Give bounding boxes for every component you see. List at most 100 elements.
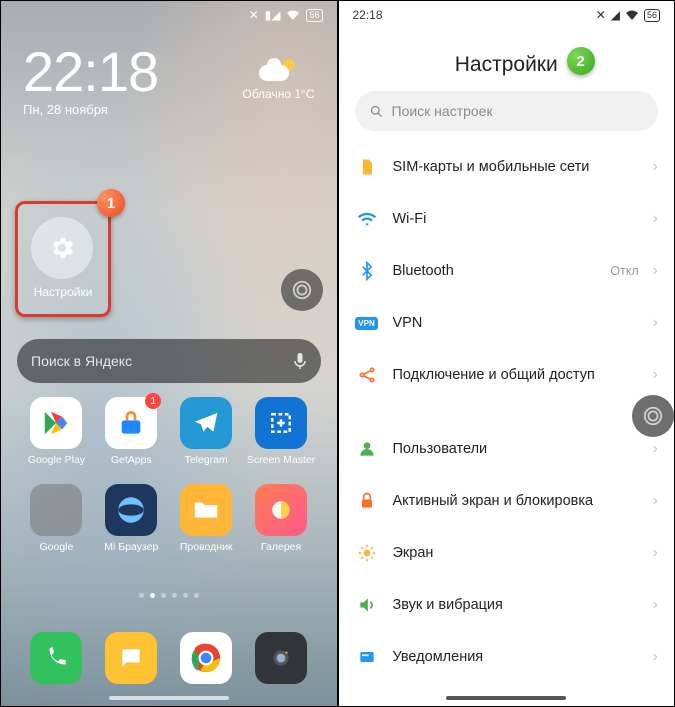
vpn-icon: VPN	[355, 311, 379, 335]
wifi-icon	[286, 10, 300, 21]
home-indicator[interactable]	[446, 696, 566, 700]
row-label: VPN	[393, 314, 639, 332]
chevron-right-icon: ›	[653, 314, 658, 332]
app-files[interactable]: Проводник	[169, 484, 244, 553]
chevron-right-icon: ›	[653, 492, 658, 510]
step-badge-1: 1	[97, 189, 125, 217]
clock-date: Пн, 28 ноября	[23, 102, 315, 117]
app-label: Mi Браузер	[104, 541, 158, 553]
app-label: Google Play	[28, 454, 85, 466]
app-mi-browser[interactable]: Mi Браузер	[94, 484, 169, 553]
app-gallery[interactable]: Галерея	[244, 484, 319, 553]
row-status: Откл	[610, 264, 638, 278]
signal-icon: ▮◢	[265, 8, 281, 22]
app-label: GetApps	[111, 454, 152, 466]
lock-icon	[355, 489, 379, 513]
dnd-icon: ✕	[596, 8, 606, 22]
chevron-right-icon: ›	[653, 210, 658, 228]
wifi-icon	[625, 10, 639, 21]
messages-icon	[105, 632, 157, 684]
page-title: Настройки	[339, 29, 675, 91]
notifications-icon	[355, 645, 379, 669]
app-label: Telegram	[185, 454, 228, 466]
weather-icon	[259, 57, 297, 85]
chevron-right-icon: ›	[653, 366, 658, 384]
app-folder-google[interactable]: Google	[19, 484, 94, 553]
row-label: Звук и вибрация	[393, 596, 639, 614]
weather-widget[interactable]: Облачно 1°C	[242, 57, 314, 101]
row-label: Bluetooth	[393, 262, 597, 280]
row-users[interactable]: Пользователи ›	[339, 423, 675, 475]
search-icon	[369, 104, 384, 119]
telegram-icon	[180, 397, 232, 449]
row-wifi[interactable]: Wi-Fi ›	[339, 193, 675, 245]
app-grid: Google Play 1 GetApps Telegram Screen	[1, 397, 337, 553]
settings-search[interactable]: Поиск настроек	[355, 91, 659, 131]
app-screen-master[interactable]: Screen Master	[244, 397, 319, 466]
gallery-icon	[255, 484, 307, 536]
wifi-icon	[355, 207, 379, 231]
mic-icon[interactable]	[293, 352, 307, 370]
settings-screen: 22:18 ✕ ◢ 56 Настройки 2 Поиск настроек …	[337, 1, 675, 706]
chevron-right-icon: ›	[653, 440, 658, 458]
row-label: Активный экран и блокировка	[393, 492, 639, 510]
sim-icon	[355, 155, 379, 179]
dock-camera[interactable]	[244, 632, 319, 684]
home-screen: ✕ ▮◢ 56 22:18 Пн, 28 ноября Облачно 1°C …	[1, 1, 337, 706]
share-icon	[355, 363, 379, 387]
app-getapps[interactable]: 1 GetApps	[94, 397, 169, 466]
folder-icon	[30, 484, 82, 536]
chevron-right-icon: ›	[653, 544, 658, 562]
dock-phone[interactable]	[19, 632, 94, 684]
row-vpn[interactable]: VPN VPN ›	[339, 297, 675, 349]
settings-app-icon[interactable]	[31, 217, 93, 279]
chrome-icon	[180, 632, 232, 684]
camera-icon	[255, 632, 307, 684]
battery-icon: 56	[306, 9, 322, 22]
row-display[interactable]: Экран ›	[339, 527, 675, 579]
settings-list: SIM-карты и мобильные сети › Wi-Fi › Blu…	[339, 141, 675, 683]
getapps-icon: 1	[105, 397, 157, 449]
phone-icon	[30, 632, 82, 684]
weather-temp: 1°C	[294, 87, 314, 101]
screenshot-button[interactable]	[281, 269, 323, 311]
settings-app-label: Настройки	[15, 285, 111, 299]
home-indicator[interactable]	[109, 696, 229, 700]
step-badge-2: 2	[567, 47, 595, 75]
chevron-right-icon: ›	[653, 158, 658, 176]
dock-chrome[interactable]	[169, 632, 244, 684]
row-sim[interactable]: SIM-карты и мобильные сети ›	[339, 141, 675, 193]
dock-messages[interactable]	[94, 632, 169, 684]
notification-badge: 1	[145, 393, 161, 409]
app-label: Галерея	[261, 541, 301, 553]
yandex-search-bar[interactable]: Поиск в Яндекс	[17, 339, 321, 383]
screenshot-button[interactable]	[632, 395, 674, 437]
brightness-icon	[355, 541, 379, 565]
row-label: Экран	[393, 544, 639, 562]
row-connection-sharing[interactable]: Подключение и общий доступ ›	[339, 349, 675, 401]
users-icon	[355, 437, 379, 461]
play-store-icon	[30, 397, 82, 449]
battery-icon: 56	[644, 9, 660, 22]
page-indicator	[1, 593, 337, 598]
status-time: 22:18	[353, 8, 383, 22]
row-sound[interactable]: Звук и вибрация ›	[339, 579, 675, 631]
row-notifications[interactable]: Уведомления ›	[339, 631, 675, 683]
dnd-icon: ✕	[249, 8, 259, 22]
search-placeholder: Поиск в Яндекс	[31, 353, 132, 369]
sound-icon	[355, 593, 379, 617]
chevron-right-icon: ›	[653, 648, 658, 666]
row-lock-screen[interactable]: Активный экран и блокировка ›	[339, 475, 675, 527]
app-label: Google	[40, 541, 74, 553]
app-google-play[interactable]: Google Play	[19, 397, 94, 466]
weather-cond: Облачно	[242, 87, 291, 101]
app-label: Проводник	[180, 541, 233, 553]
chevron-right-icon: ›	[653, 262, 658, 280]
bluetooth-icon	[355, 259, 379, 283]
row-bluetooth[interactable]: Bluetooth Откл ›	[339, 245, 675, 297]
status-bar: 22:18 ✕ ◢ 56	[339, 1, 675, 29]
browser-icon	[105, 484, 157, 536]
app-telegram[interactable]: Telegram	[169, 397, 244, 466]
signal-icon: ◢	[611, 8, 620, 22]
files-icon	[180, 484, 232, 536]
